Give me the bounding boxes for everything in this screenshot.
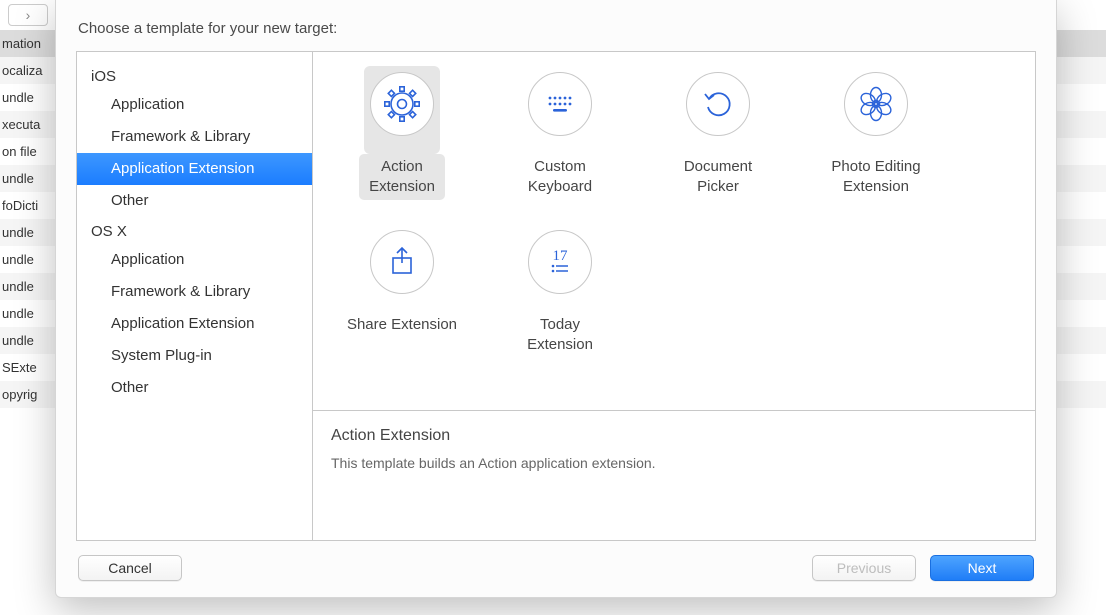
refresh-icon [686, 72, 750, 136]
template-label: TodayExtension [517, 312, 603, 358]
chevron-right-icon: › [26, 7, 31, 23]
share-icon [370, 230, 434, 294]
sheet-footer: Cancel Previous Next [76, 541, 1036, 581]
sheet-title: Choose a template for your new target: [76, 20, 1036, 37]
template-action-extension[interactable]: ActionExtension [323, 66, 481, 224]
sidebar-item-application[interactable]: Application [77, 89, 312, 121]
sidebar-item-framework-library[interactable]: Framework & Library [77, 121, 312, 153]
sidebar-group-ios: iOS [77, 62, 312, 89]
gear-icon [370, 72, 434, 136]
template-description: Action Extension This template builds an… [313, 410, 1035, 540]
template-photo-editing[interactable]: Photo EditingExtension [797, 66, 955, 224]
flower-icon [844, 72, 908, 136]
sidebar-item-framework-library[interactable]: Framework & Library [77, 276, 312, 308]
description-title: Action Extension [331, 427, 1017, 445]
sidebar-item-other[interactable]: Other [77, 372, 312, 404]
sidebar-item-other[interactable]: Other [77, 185, 312, 217]
template-document-picker[interactable]: DocumentPicker [639, 66, 797, 224]
template-sidebar: iOSApplicationFramework & LibraryApplica… [77, 52, 313, 540]
template-label: Share Extension [337, 312, 467, 338]
previous-button[interactable]: Previous [812, 555, 916, 581]
template-today-extension[interactable]: 17 TodayExtension [481, 224, 639, 382]
new-target-sheet: Choose a template for your new target: i… [55, 0, 1057, 598]
template-custom-keyboard[interactable]: CustomKeyboard [481, 66, 639, 224]
keyboard-icon [528, 72, 592, 136]
template-label: ActionExtension [359, 154, 445, 200]
cancel-button[interactable]: Cancel [78, 555, 182, 581]
description-body: This template builds an Action applicati… [331, 455, 1017, 471]
today-icon: 17 [528, 230, 592, 294]
template-label: CustomKeyboard [518, 154, 602, 200]
template-content: ActionExtension CustomKeyboard DocumentPic… [313, 52, 1035, 540]
sidebar-item-application-extension[interactable]: Application Extension [77, 153, 312, 185]
template-share-extension[interactable]: Share Extension [323, 224, 481, 382]
sidebar-item-application[interactable]: Application [77, 244, 312, 276]
sidebar-item-system-plug-in[interactable]: System Plug-in [77, 340, 312, 372]
template-grid: ActionExtension CustomKeyboard DocumentPic… [313, 52, 1035, 410]
template-label: Photo EditingExtension [821, 154, 930, 200]
next-button[interactable]: Next [930, 555, 1034, 581]
sidebar-group-os-x: OS X [77, 217, 312, 244]
template-panel: iOSApplicationFramework & LibraryApplica… [76, 51, 1036, 541]
template-label: DocumentPicker [674, 154, 762, 200]
svg-text:17: 17 [553, 248, 569, 264]
sidebar-item-application-extension[interactable]: Application Extension [77, 308, 312, 340]
nav-forward-button[interactable]: › [8, 4, 48, 26]
